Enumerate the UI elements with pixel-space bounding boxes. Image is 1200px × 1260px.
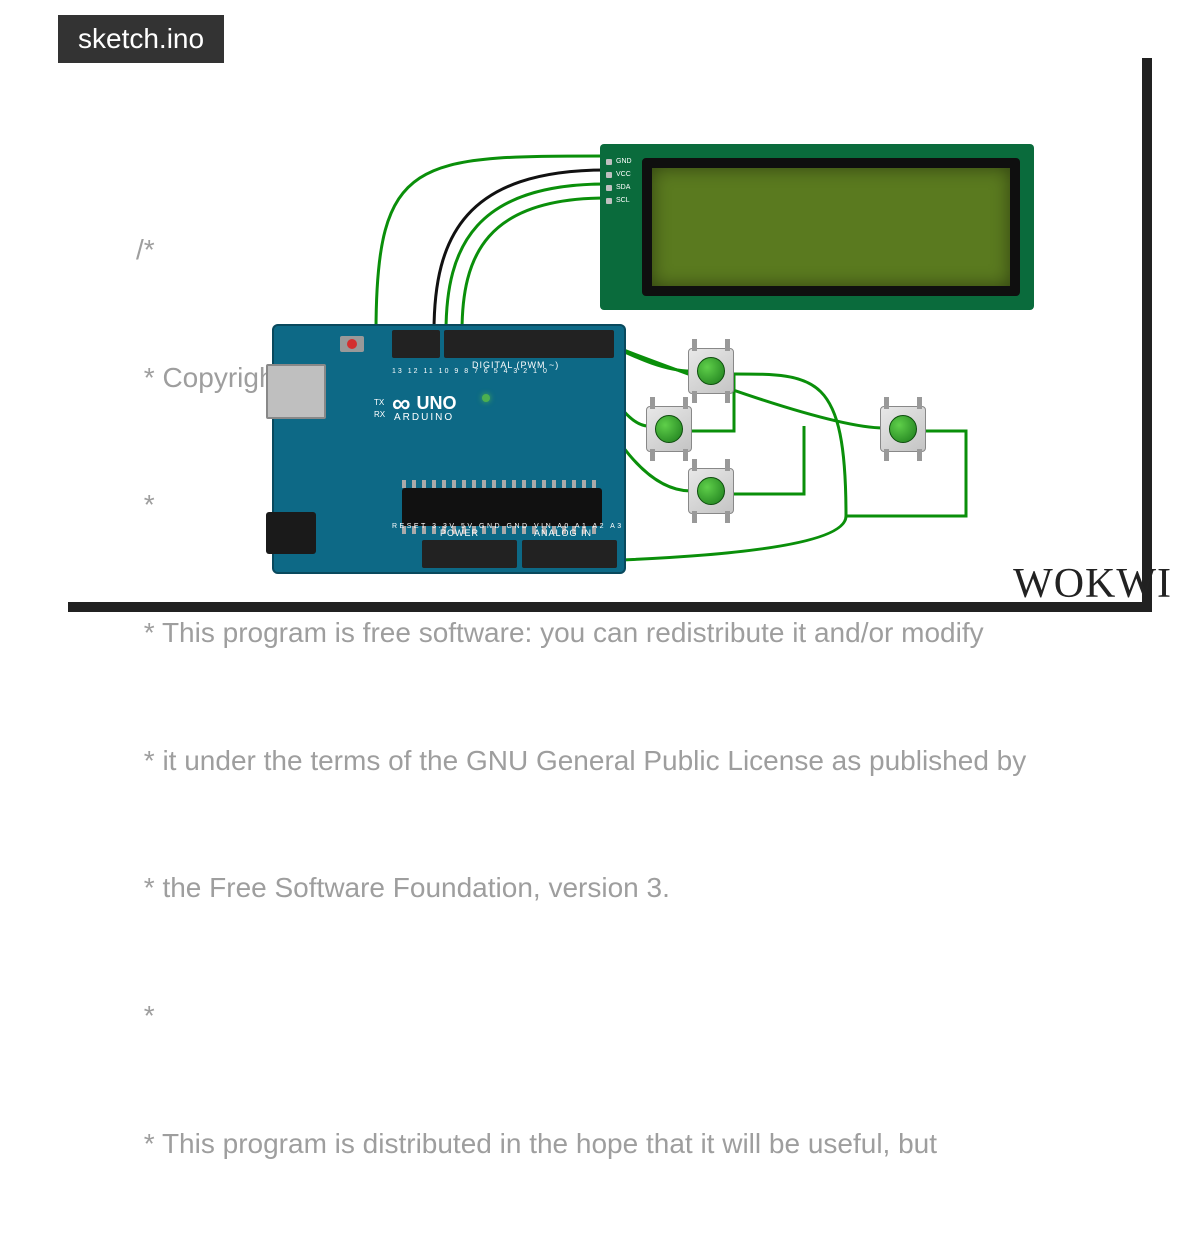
- pin-header-icon: [444, 330, 614, 358]
- lcd-2004[interactable]: GND VCC SDA SCL: [600, 144, 1034, 310]
- file-tab[interactable]: sketch.ino: [58, 15, 224, 63]
- pin-header-icon: [422, 540, 517, 568]
- usb-port-icon: [266, 364, 326, 419]
- pin-labels-bottom: RESET 3.3V 5V GND GND VIN A0 A1 A2 A3 A4…: [392, 523, 659, 530]
- simulator-canvas: /* * Copyright (c) 2023 Jan Novotny * * …: [58, 48, 1142, 602]
- lcd-pins: GND VCC SDA SCL: [604, 158, 632, 204]
- code-line: * it under the terms of the GNU General …: [136, 740, 1180, 783]
- tx-label: TX: [374, 398, 384, 407]
- lcd-screen: [642, 158, 1020, 296]
- rx-label: RX: [374, 410, 385, 419]
- atmega-chip-icon: [402, 488, 602, 526]
- push-button-down[interactable]: [688, 468, 734, 514]
- power-jack-icon: [266, 512, 316, 554]
- arduino-uno[interactable]: 13 12 11 10 9 8 7 6 5 4 3 2 1 0 DIGITAL …: [272, 324, 626, 574]
- code-line: * This program is distributed in the hop…: [136, 1123, 1180, 1166]
- push-button-up[interactable]: [688, 348, 734, 394]
- pin-header-icon: [392, 330, 440, 358]
- lcd-pin-label: GND: [604, 158, 632, 165]
- digital-label: DIGITAL (PWM ~): [472, 360, 559, 370]
- code-line: * the Free Software Foundation, version …: [136, 867, 1180, 910]
- brand-label: ARDUINO: [394, 412, 454, 423]
- push-button-right[interactable]: [880, 406, 926, 452]
- lcd-pin-label: SDA: [604, 184, 632, 191]
- model-label: UNO: [417, 393, 457, 414]
- power-led-icon: [482, 394, 490, 402]
- lcd-pin-label: VCC: [604, 171, 632, 178]
- lcd-pin-label: SCL: [604, 197, 632, 204]
- pin-header-icon: [522, 540, 617, 568]
- reset-button[interactable]: [340, 336, 364, 352]
- code-line: * WITHOUT ANY WARRANTY; without even the…: [136, 1250, 1180, 1260]
- wokwi-logo: WOKWI: [1013, 560, 1172, 608]
- code-line: *: [136, 995, 1180, 1038]
- push-button-left[interactable]: [646, 406, 692, 452]
